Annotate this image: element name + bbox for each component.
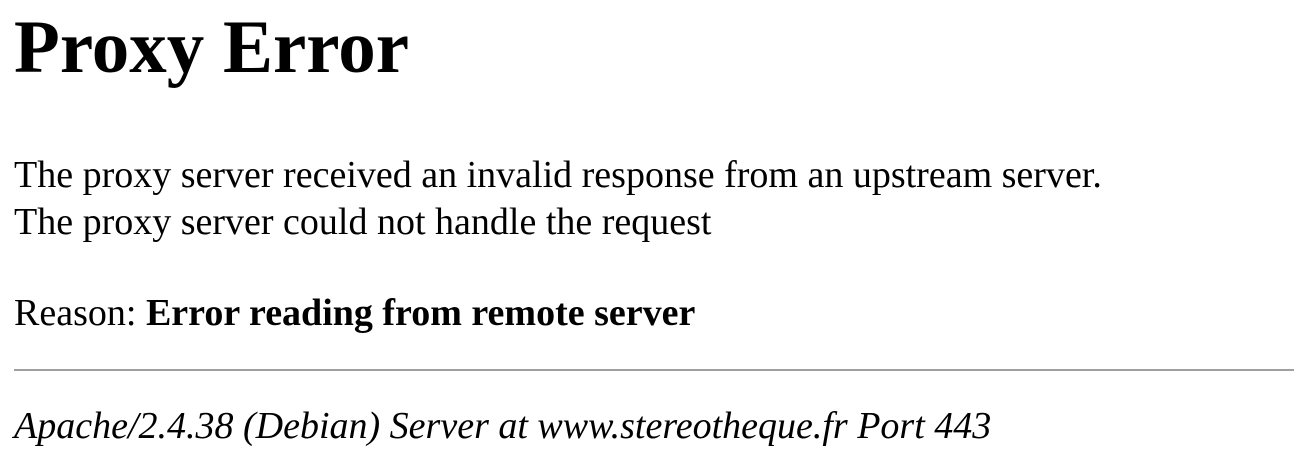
error-message-line-1: The proxy server received an invalid res…	[14, 154, 1102, 196]
reason-label: Reason:	[14, 292, 146, 334]
error-reason: Reason: Error reading from remote server	[14, 290, 695, 337]
server-signature: Apache/2.4.38 (Debian) Server at www.ste…	[14, 405, 992, 447]
horizontal-rule	[14, 369, 1294, 371]
error-message: The proxy server received an invalid res…	[14, 152, 1102, 246]
page-title: Proxy Error	[14, 6, 410, 89]
reason-text: Error reading from remote server	[145, 292, 696, 334]
error-message-line-2: The proxy server could not handle the re…	[14, 201, 712, 243]
